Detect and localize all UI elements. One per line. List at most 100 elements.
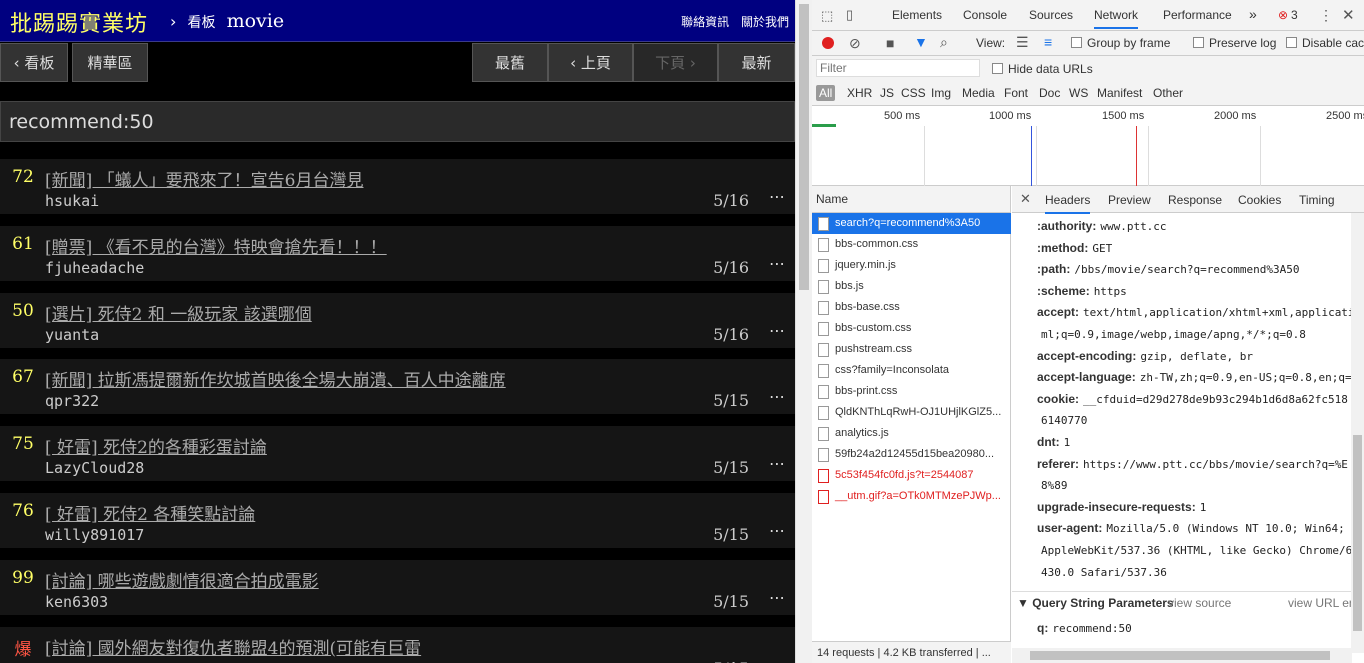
post-title-link[interactable]: [討論] 國外網友對復仇者聯盟4的預測(可能有巨雷 — [45, 634, 421, 659]
network-overview[interactable]: 500 ms 1000 ms 1500 ms 2000 ms 2500 ms — [812, 106, 1364, 186]
request-row[interactable]: bbs-custom.css — [812, 318, 1011, 339]
request-row[interactable]: bbs.js — [812, 276, 1011, 297]
contact-link[interactable]: 聯絡資訊 — [681, 15, 729, 29]
view-source-link[interactable]: view source — [1168, 596, 1231, 610]
post-more-menu-icon[interactable]: ⋯ — [769, 588, 785, 607]
about-link[interactable]: 關於我們 — [741, 15, 789, 29]
menu-dots-icon[interactable]: ⋮ — [1319, 7, 1333, 24]
type-xhr[interactable]: XHR — [847, 86, 872, 100]
page-scrollbar[interactable] — [795, 0, 812, 663]
request-list: Name search?q=recommend%3A50 bbs-common.c… — [812, 186, 1011, 663]
name-column-header[interactable]: Name — [812, 186, 1010, 213]
back-to-board-button[interactable]: ‹ 看板 — [0, 43, 68, 82]
request-row[interactable]: analytics.js — [812, 423, 1011, 444]
post-title-link[interactable]: [ 好雷] 死侍2的各種彩蛋討論 — [45, 433, 267, 458]
query-string-params-title[interactable]: ▼ Query String Parameters — [1017, 596, 1174, 610]
header-value: AppleWebKit/537.36 (KHTML, like Gecko) C… — [1041, 544, 1353, 557]
device-toolbar-icon[interactable]: ▯ — [846, 7, 853, 23]
post-more-menu-icon[interactable]: ⋯ — [769, 254, 785, 273]
request-row[interactable]: bbs-base.css — [812, 297, 1011, 318]
devtools-tabbar: ⬚ ▯ Elements Console Sources Network Per… — [812, 0, 1364, 31]
post-more-menu-icon[interactable]: ⋯ — [769, 321, 785, 340]
tab-cookies[interactable]: Cookies — [1238, 193, 1281, 207]
page-scrollbar-thumb[interactable] — [799, 4, 809, 290]
close-detail-icon[interactable]: ✕ — [1020, 191, 1031, 207]
disable-cache-checkbox[interactable]: Disable cache — [1286, 36, 1364, 50]
post-title-link[interactable]: [贈票] 《看不見的台灣》特映會搶先看！！！ — [45, 233, 387, 258]
request-row[interactable]: __utm.gif?a=OTk0MTMzePJWp... — [812, 486, 1011, 507]
request-row[interactable]: search?q=recommend%3A50 — [812, 213, 1011, 234]
post-title-link[interactable]: [討論] 哪些遊戲劇情很適合拍成電影 — [45, 567, 319, 592]
oldest-button[interactable]: 最舊 — [472, 43, 548, 82]
request-row[interactable]: QldKNThLqRwH-OJ1UHjlKGlZ5... — [812, 402, 1011, 423]
request-row[interactable]: 5c53f454fc0fd.js?t=2544087 — [812, 465, 1011, 486]
tab-preview[interactable]: Preview — [1108, 193, 1151, 207]
detail-horizontal-scrollbar[interactable] — [1012, 648, 1352, 663]
post-row: 99 [討論] 哪些遊戲劇情很適合拍成電影 ken6303 5/15 ⋯ — [0, 560, 795, 615]
type-all[interactable]: All — [816, 85, 836, 101]
tab-console[interactable]: Console — [963, 8, 1007, 22]
tab-elements[interactable]: Elements — [892, 8, 942, 22]
search-bar — [0, 101, 795, 142]
type-media[interactable]: Media — [962, 86, 995, 100]
prev-page-button[interactable]: ‹ 上頁 — [548, 43, 633, 82]
post-more-menu-icon[interactable]: ⋯ — [769, 387, 785, 406]
group-by-frame-checkbox[interactable]: Group by frame — [1071, 36, 1170, 50]
waterfall-icon[interactable]: ≡ — [1044, 34, 1052, 50]
type-doc[interactable]: Doc — [1039, 86, 1060, 100]
record-icon[interactable] — [822, 37, 834, 49]
type-other[interactable]: Other — [1153, 86, 1183, 100]
header-key: user-agent: — [1037, 521, 1103, 536]
tab-response[interactable]: Response — [1168, 193, 1222, 207]
request-row[interactable]: bbs-print.css — [812, 381, 1011, 402]
post-title-link[interactable]: [新聞] 拉斯馮提爾新作坎城首映後全場大崩潰、百人中途離席 — [45, 366, 506, 391]
detail-scrollbar-thumb[interactable] — [1353, 435, 1362, 631]
view-url-encoded-link[interactable]: view URL en — [1288, 596, 1356, 610]
type-font[interactable]: Font — [1004, 86, 1028, 100]
post-title-link[interactable]: [選片] 死侍2 和 一級玩家 該選哪個 — [45, 300, 312, 325]
request-row[interactable]: jquery.min.js — [812, 255, 1011, 276]
type-js[interactable]: JS — [880, 86, 894, 100]
request-row[interactable]: css?family=Inconsolata — [812, 360, 1011, 381]
post-title-link[interactable]: [ 好雷] 死侍2 各種笑點討論 — [45, 500, 255, 525]
tab-performance[interactable]: Performance — [1163, 8, 1232, 22]
filter-icon[interactable]: ▼ — [914, 34, 928, 50]
hide-data-urls-checkbox[interactable]: Hide data URLs — [992, 62, 1093, 76]
search-icon[interactable]: ⌕ — [940, 34, 948, 51]
detail-vertical-scrollbar[interactable] — [1351, 213, 1364, 653]
screenshot-icon[interactable]: ■ — [886, 35, 894, 51]
post-more-menu-icon[interactable]: ⋯ — [769, 521, 785, 540]
post-more-menu-icon[interactable]: ⋯ — [769, 655, 785, 663]
error-count[interactable]: 3 — [1291, 8, 1298, 22]
ptt-logo[interactable]: 批踢踢實業坊 — [10, 6, 148, 38]
detail-hscroll-thumb[interactable] — [1030, 651, 1330, 660]
tab-headers[interactable]: Headers — [1045, 193, 1091, 214]
breadcrumb-board-label: 看板 — [187, 15, 216, 31]
request-row[interactable]: pushstream.css — [812, 339, 1011, 360]
inspect-element-icon[interactable]: ⬚ — [821, 8, 833, 24]
tab-timing[interactable]: Timing — [1299, 193, 1335, 207]
post-title-link[interactable]: [新聞] 「蟻人」要飛來了！宣告6月台灣見 — [45, 166, 363, 191]
newest-button[interactable]: 最新 — [718, 43, 795, 82]
more-tabs-icon[interactable]: » — [1249, 6, 1257, 22]
tab-sources[interactable]: Sources — [1029, 8, 1073, 22]
type-manifest[interactable]: Manifest — [1097, 86, 1142, 100]
post-more-menu-icon[interactable]: ⋯ — [769, 187, 785, 206]
preserve-log-checkbox[interactable]: Preserve log — [1193, 36, 1276, 50]
close-icon[interactable]: ✕ — [1342, 6, 1355, 24]
digest-button[interactable]: 精華區 — [72, 43, 148, 82]
error-icon[interactable]: ⊗ — [1278, 8, 1288, 22]
type-css[interactable]: CSS — [901, 86, 926, 100]
search-input[interactable] — [9, 110, 709, 134]
request-row[interactable]: bbs-common.css — [812, 234, 1011, 255]
type-img[interactable]: Img — [931, 86, 951, 100]
tab-network[interactable]: Network — [1094, 8, 1139, 29]
post-more-menu-icon[interactable]: ⋯ — [769, 454, 785, 473]
type-ws[interactable]: WS — [1069, 86, 1088, 100]
large-rows-icon[interactable]: ☰ — [1016, 34, 1029, 51]
request-row[interactable]: 59fb24a2d12455d15bea20980... — [812, 444, 1011, 465]
breadcrumb-board-name[interactable]: movie — [227, 10, 285, 32]
filter-input[interactable] — [816, 59, 980, 77]
header-line: dnt: 1 — [1037, 435, 1070, 449]
clear-icon[interactable]: ⊘ — [849, 35, 861, 52]
